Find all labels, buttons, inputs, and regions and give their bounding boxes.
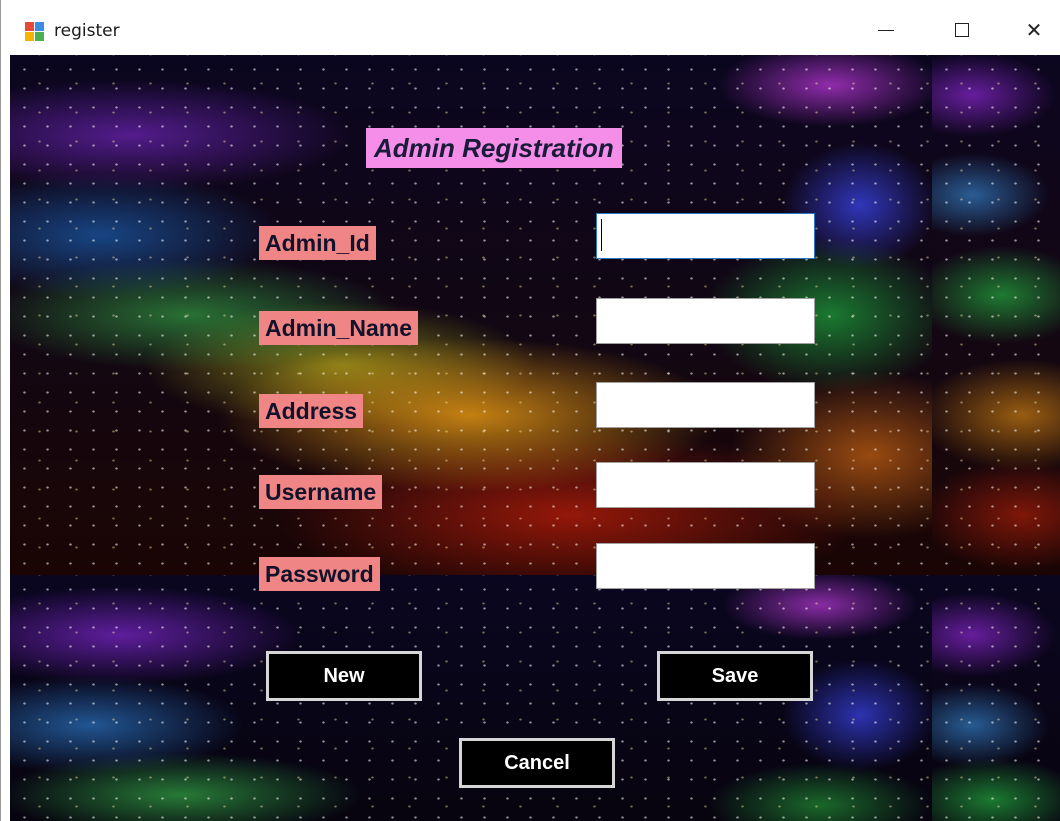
password-input[interactable] <box>596 543 815 589</box>
save-button[interactable]: Save <box>657 651 813 701</box>
galaxy-background-image <box>10 55 1060 821</box>
background-tile <box>932 55 1060 575</box>
username-label: Username <box>259 475 383 509</box>
cancel-button[interactable]: Cancel <box>459 738 615 788</box>
address-input[interactable] <box>596 382 815 428</box>
admin-id-input[interactable] <box>596 213 815 259</box>
title-bar[interactable]: register ✕ <box>1 0 1060 55</box>
maximize-icon <box>955 23 969 37</box>
register-window: register ✕ Admin Registration Admin_Id A… <box>0 0 1060 821</box>
minimize-button[interactable] <box>863 12 909 48</box>
window-title: register <box>54 21 120 41</box>
username-input[interactable] <box>596 462 815 508</box>
admin-id-label: Admin_Id <box>259 226 376 260</box>
form-title: Admin Registration <box>366 128 622 168</box>
password-label: Password <box>259 557 380 591</box>
background-tile <box>932 575 1060 821</box>
text-caret <box>601 219 602 251</box>
admin-name-input[interactable] <box>596 298 815 344</box>
new-button[interactable]: New <box>266 651 422 701</box>
minimize-icon <box>878 29 894 31</box>
admin-name-label: Admin_Name <box>259 311 418 345</box>
form-client-area: Admin Registration Admin_Id Admin_Name A… <box>10 55 1060 821</box>
maximize-button[interactable] <box>939 12 985 48</box>
address-label: Address <box>259 394 364 428</box>
close-icon: ✕ <box>1025 18 1043 42</box>
windows-form-icon <box>25 22 45 42</box>
close-button[interactable]: ✕ <box>1011 12 1057 48</box>
